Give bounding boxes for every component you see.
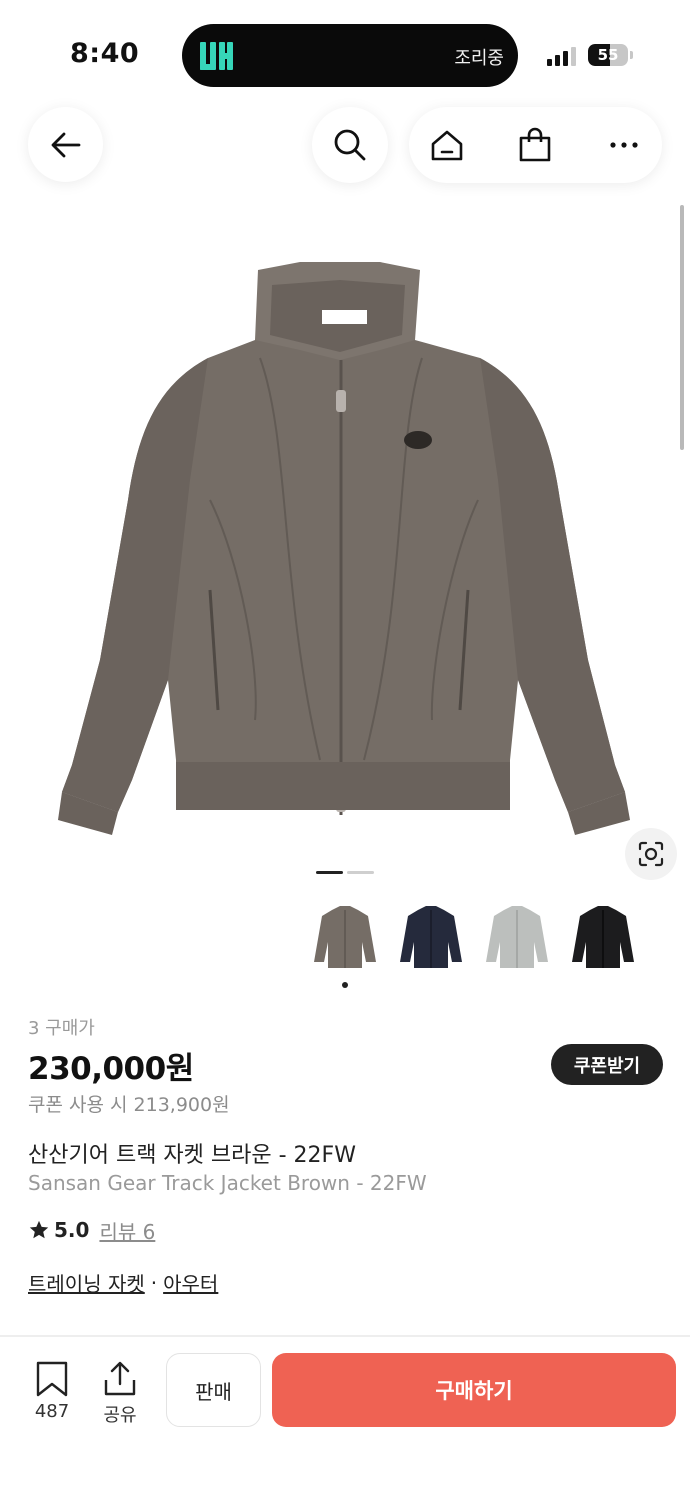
color-option-black[interactable] [566, 898, 640, 976]
product-title: 산산기어 트랙 자켓 브라운 - 22FW [28, 1143, 356, 1168]
sell-button[interactable]: 판매 [166, 1353, 261, 1427]
thumbnail-selected-dot [342, 982, 348, 988]
thumbnail-jacket-brown [314, 906, 376, 968]
back-button[interactable] [28, 107, 103, 182]
battery-icon: 55 [588, 44, 628, 66]
bookmark-button[interactable]: 487 [22, 1358, 82, 1428]
product-image[interactable] [40, 240, 650, 840]
color-option-navy[interactable] [394, 898, 468, 976]
search-icon [334, 129, 366, 161]
image-search-button[interactable] [625, 828, 677, 880]
scroll-indicator[interactable] [680, 205, 684, 450]
thumbnail-jacket-grey [486, 906, 548, 968]
app-logo-icon [200, 42, 233, 70]
color-option-grey[interactable] [480, 898, 554, 976]
category-separator: · [150, 1270, 158, 1295]
product-price: 230,000원 [28, 1051, 194, 1087]
get-coupon-button[interactable]: 쿠폰받기 [551, 1044, 663, 1085]
buy-button[interactable]: 구매하기 [272, 1353, 676, 1427]
share-icon [104, 1361, 136, 1396]
pager-indicator [347, 871, 374, 874]
signal-icon [547, 46, 577, 66]
dynamic-island[interactable]: 조리중 [182, 24, 518, 87]
battery-level: 55 [597, 46, 619, 64]
color-option-brown[interactable] [308, 898, 382, 976]
share-label: 공유 [103, 1405, 137, 1426]
more-icon [610, 142, 638, 148]
home-icon [431, 130, 463, 161]
status-bar: 8:40 조리중 55 [0, 0, 690, 100]
coupon-price: 쿠폰 사용 시 213,900원 [28, 1094, 230, 1116]
category-link-training-jacket[interactable]: 트레이닝 자켓 [28, 1268, 145, 1297]
search-button[interactable] [312, 107, 388, 183]
review-link[interactable]: 리뷰 6 [99, 1216, 155, 1245]
back-arrow-icon [51, 132, 80, 157]
cart-button[interactable] [497, 107, 573, 183]
share-button[interactable]: 공유 [90, 1358, 150, 1428]
category-link-outer[interactable]: 아우터 [163, 1268, 218, 1297]
home-button[interactable] [409, 107, 485, 183]
rating-row: 5.0 리뷰 6 [28, 1216, 155, 1244]
battery-nub [630, 51, 633, 59]
star-icon [29, 1220, 49, 1239]
thumbnail-jacket-black [572, 906, 634, 968]
purchase-count: 3 구매가 [28, 1018, 95, 1039]
rating-score: 5.0 [54, 1218, 90, 1242]
product-title-english: Sansan Gear Track Jacket Brown - 22FW [28, 1171, 427, 1195]
bookmark-count: 487 [34, 1401, 70, 1422]
thumbnail-jacket-navy [400, 906, 462, 968]
nav-button-group [409, 107, 662, 183]
more-button[interactable] [586, 107, 662, 183]
pager-indicator-active [316, 871, 343, 874]
category-breadcrumb: 트레이닝 자켓 · 아우터 [28, 1268, 218, 1297]
bookmark-icon [36, 1361, 68, 1397]
status-time: 8:40 [70, 38, 140, 69]
island-status-text: 조리중 [454, 48, 504, 69]
shopping-bag-icon [519, 127, 551, 162]
camera-lens-icon [638, 841, 664, 867]
bottom-divider [0, 1335, 690, 1337]
